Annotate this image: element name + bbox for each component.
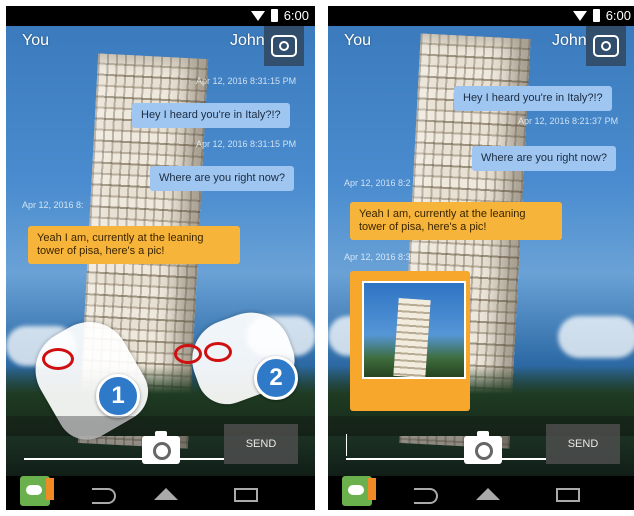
status-clock: 6:00 [605,8,631,23]
step-badge-2: 2 [254,356,298,400]
touch-point-icon [204,342,232,362]
you-label: You [344,32,371,49]
home-icon[interactable] [154,488,178,500]
messaging-app-icon[interactable] [342,476,376,506]
contact-name: John [230,32,265,49]
cloud [558,316,634,358]
you-label: You [22,32,49,49]
status-bar: 6:00 [6,6,315,26]
incoming-message[interactable]: Where are you right now? [150,166,294,191]
message-timestamp: Apr 12, 2016 8:21:37 PM [518,116,619,126]
contact-photo-icon [271,35,297,57]
message-timestamp: Apr 12, 2016 8:31:15 PM [196,76,297,86]
send-button[interactable]: SEND [224,424,298,464]
incoming-message[interactable]: Hey I heard you're in Italy?!? [454,86,612,111]
camera-button[interactable] [464,431,502,464]
photo-thumbnail[interactable] [362,281,466,379]
contact-name: John [552,32,587,49]
battery-icon [592,9,600,22]
camera-top [155,431,167,437]
home-icon[interactable] [476,488,500,500]
phone-screen-right: 6:00 You John Hey I heard you're in Ital… [328,6,634,510]
message-input[interactable] [346,458,546,460]
recents-icon[interactable] [556,488,580,502]
outgoing-photo-message[interactable] [350,271,470,411]
camera-button[interactable] [142,431,180,464]
wifi-icon [250,10,265,21]
incoming-message[interactable]: Where are you right now? [472,146,616,171]
contact-avatar[interactable] [264,26,304,66]
message-composer: SEND [328,416,634,476]
outgoing-message[interactable]: Yeah I am, currently at the leaning towe… [28,226,240,264]
message-timestamp: Apr 12, 2016 8:3 [344,252,411,262]
battery-icon [270,9,278,22]
camera-icon [475,442,493,460]
messaging-app-icon[interactable] [20,476,54,506]
touch-point-icon [42,348,74,370]
contact-avatar[interactable] [586,26,626,66]
message-timestamp: Apr 12, 2016 8:31:15 PM [196,139,297,149]
incoming-message[interactable]: Hey I heard you're in Italy?!? [132,103,290,128]
status-bar: 6:00 [328,6,634,26]
outgoing-message[interactable]: Yeah I am, currently at the leaning towe… [350,202,562,240]
back-icon[interactable] [92,488,116,504]
camera-icon [153,442,171,460]
message-input[interactable] [24,458,224,460]
recents-icon[interactable] [234,488,258,502]
camera-top [477,431,489,437]
phone-screen-left: 6:00 You John Apr 12, 2016 8:31:15 PM He… [6,6,315,510]
message-composer: SEND [6,416,315,476]
back-icon[interactable] [414,488,438,504]
nav-bar [328,476,634,510]
nav-bar [6,476,315,510]
message-timestamp: Apr 12, 2016 8: [22,200,84,210]
wifi-icon [572,10,587,21]
send-button[interactable]: SEND [546,424,620,464]
text-cursor [346,434,347,456]
message-timestamp: Apr 12, 2016 8:2 [344,178,411,188]
touch-point-icon [174,344,202,364]
contact-photo-icon [593,35,619,57]
status-clock: 6:00 [283,8,309,23]
photo-tower [393,297,431,377]
step-badge-1: 1 [96,374,140,418]
